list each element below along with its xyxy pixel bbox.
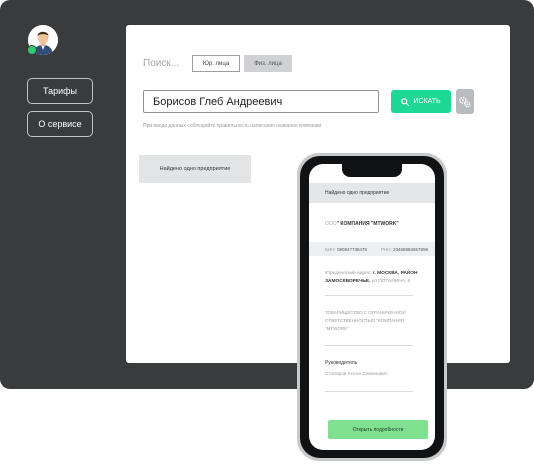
bin-value: 080847738475 (336, 246, 367, 252)
company-name-text: " КОМПАНИЯ "МТWORK" (336, 221, 399, 227)
settings-button[interactable] (456, 89, 474, 114)
company-prefix: ООО (325, 221, 337, 227)
tab-legal-entities[interactable]: Юр. лица (192, 55, 240, 72)
open-details-button[interactable]: Открыть подробности (328, 420, 428, 439)
search-button-label: ИСКАТЬ (413, 98, 441, 105)
bin-field: БИН: 080847738475 (325, 247, 367, 252)
company-legal-form: ТОВАРИЩЕСТВО С ОГРАНИЧЕННОЙ ОТВЕТСТВЕННО… (325, 310, 406, 331)
company-codes: БИН: 080847738475 РНН: 23468984657896 (309, 242, 435, 256)
rnn-value: 23468984657896 (393, 246, 429, 252)
search-label: Поиск... (143, 58, 180, 69)
company-address: Юридический адрес: г. МОСКВА, РАЙОН ЗАМО… (325, 270, 429, 286)
manager-name: Столяров Антон Семенович (325, 372, 388, 377)
sidebar-item-tariffs[interactable]: Тарифы (27, 78, 93, 104)
phone-mockup: Найдено одно предприятие ООО" КОМПАНИЯ "… (297, 153, 447, 461)
phone-screen: Найдено одно предприятие ООО" КОМПАНИЯ "… (309, 164, 435, 450)
search-input[interactable]: Борисов Глеб Андреевич (143, 90, 379, 113)
divider (325, 391, 413, 392)
rnn-label: РНН: (381, 246, 392, 252)
address-street: ул ПОТАНИНА, 6 (371, 279, 411, 284)
divider (325, 345, 413, 346)
search-icon (401, 97, 410, 106)
result-found-label: Найдено одно предприятие (139, 155, 251, 183)
sidebar-item-about[interactable]: О сервисе (27, 111, 93, 137)
gears-icon (459, 96, 471, 107)
search-button[interactable]: ИСКАТЬ (391, 90, 451, 113)
phone-bezel: Найдено одно предприятие ООО" КОМПАНИЯ "… (300, 156, 444, 458)
stage: Тарифы О сервисе Поиск... Юр. лица Физ. … (0, 0, 534, 468)
status-badge (27, 45, 37, 55)
manager-label: Руководитель (325, 360, 358, 366)
search-hint: При вводе данных соблюдайте правильность… (143, 123, 322, 129)
address-label: Юридический адрес: (325, 271, 372, 276)
tab-individuals[interactable]: Физ. лица (244, 55, 292, 72)
phone-title: Найдено одно предприятие (309, 183, 435, 203)
company-name[interactable]: ООО" КОМПАНИЯ "МТWORK" (325, 221, 399, 227)
rnn-field: РНН: 23468984657896 (381, 247, 428, 252)
phone-notch (342, 164, 402, 177)
divider (325, 295, 413, 296)
bin-label: БИН: (325, 246, 336, 252)
